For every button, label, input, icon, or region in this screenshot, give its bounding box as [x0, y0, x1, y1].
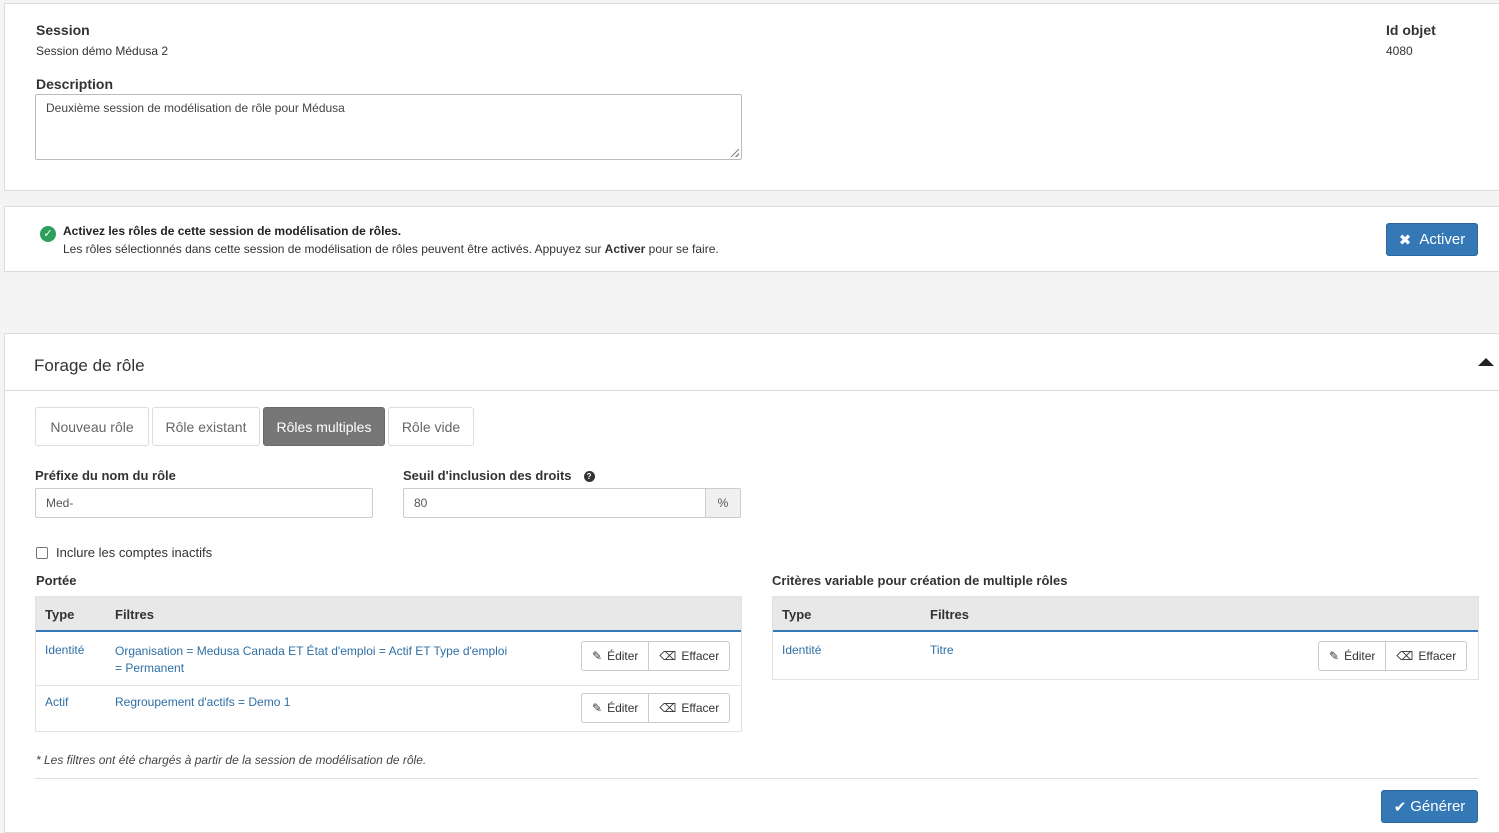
activation-panel: ✓ Activez les rôles de cette session de … — [4, 206, 1499, 272]
generate-button[interactable]: ✔ Générer — [1381, 790, 1478, 823]
threshold-label: Seuil d'inclusion des droits? — [403, 468, 595, 483]
scope-row-actions: ✎ Éditer ⌫ Effacer — [581, 641, 731, 671]
collapse-caret-icon[interactable] — [1478, 358, 1494, 366]
description-textarea[interactable]: Deuxième session de modélisation de rôle… — [35, 94, 742, 160]
criteria-row-filter[interactable]: Titre — [930, 643, 954, 657]
scope-table: Type Filtres Identité Organisation = Med… — [35, 596, 742, 732]
scope-row-filter-line1: Organisation = Medusa Canada ET État d'e… — [115, 644, 508, 658]
prefix-input[interactable]: Med- — [35, 488, 373, 518]
description-label: Description — [36, 76, 114, 92]
scope-row-filter-line2: = Permanent — [115, 661, 185, 675]
table-row: Actif Regroupement d'actifs = Demo 1 ✎ Éd… — [36, 686, 741, 732]
scope-header-type: Type — [45, 607, 75, 622]
clear-button-label: Effacer — [681, 701, 720, 715]
activation-message-end: pour se faire. — [645, 242, 719, 256]
criteria-title: Critères variable pour création de multi… — [772, 573, 1068, 588]
edit-button-label: Éditer — [607, 701, 639, 715]
threshold-input[interactable]: 80 — [403, 488, 706, 518]
include-inactive-label: Inclure les comptes inactifs — [56, 545, 213, 560]
edit-icon: ✎ — [1329, 649, 1340, 663]
check-icon: ✔ — [1393, 798, 1407, 816]
edit-button-label: Éditer — [1344, 649, 1376, 663]
eraser-icon: ⌫ — [659, 649, 677, 663]
role-mining-panel: Forage de rôle Nouveau rôle Rôle existan… — [4, 333, 1499, 833]
role-mining-title: Forage de rôle — [34, 356, 145, 375]
eraser-icon: ⌫ — [1396, 649, 1414, 663]
percent-addon: % — [705, 488, 741, 518]
scope-row-filter[interactable]: Organisation = Medusa Canada ET État d'e… — [115, 643, 535, 677]
filters-footnote: * Les filtres ont été chargés à partir d… — [36, 753, 427, 767]
description-text: Deuxième session de modélisation de rôle… — [46, 101, 345, 115]
session-panel: Session Session démo Médusa 2 Id objet 4… — [4, 3, 1499, 191]
activation-message-text: Les rôles sélectionnés dans cette sessio… — [63, 242, 605, 256]
criteria-header-type: Type — [782, 607, 812, 622]
clear-button[interactable]: ⌫ Effacer — [1386, 641, 1468, 671]
table-row: Identité Titre ✎ Éditer ⌫ Effacer — [773, 634, 1478, 680]
scope-row-actions: ✎ Éditer ⌫ Effacer — [581, 693, 731, 723]
prefix-value: Med- — [46, 496, 74, 510]
edit-icon: ✎ — [592, 701, 603, 715]
resize-grip-icon[interactable] — [731, 149, 739, 157]
divider — [35, 778, 1478, 779]
activation-title: Activez les rôles de cette session de mo… — [63, 224, 402, 238]
scope-row-type[interactable]: Identité — [45, 643, 84, 657]
criteria-table-header: Type Filtres — [773, 597, 1478, 632]
criteria-table: Type Filtres Identité Titre ✎ Éditer ⌫ Eff… — [772, 596, 1479, 680]
clear-button-label: Effacer — [681, 649, 720, 663]
threshold-value: 80 — [414, 496, 428, 510]
session-label: Session — [36, 22, 90, 38]
question-icon[interactable]: ? — [583, 471, 595, 483]
scope-table-header: Type Filtres — [36, 597, 741, 632]
generate-button-label: Générer — [1410, 798, 1466, 815]
times-icon: ✖ — [1398, 231, 1412, 249]
tab-new-role[interactable]: Nouveau rôle — [35, 407, 149, 446]
edit-button[interactable]: ✎ Éditer — [1318, 641, 1387, 671]
edit-button[interactable]: ✎ Éditer — [581, 641, 650, 671]
tab-empty-role[interactable]: Rôle vide — [388, 407, 474, 446]
edit-button-label: Éditer — [607, 649, 639, 663]
edit-button[interactable]: ✎ Éditer — [581, 693, 650, 723]
check-circle-icon: ✓ — [40, 226, 56, 242]
eraser-icon: ⌫ — [659, 701, 677, 715]
scope-header-filters: Filtres — [115, 607, 155, 622]
tab-existing-role[interactable]: Rôle existant — [152, 407, 260, 446]
activate-button-label: Activer — [1419, 231, 1466, 248]
criteria-row-actions: ✎ Éditer ⌫ Effacer — [1318, 641, 1468, 671]
clear-button[interactable]: ⌫ Effacer — [649, 693, 731, 723]
scope-title: Portée — [36, 573, 77, 588]
activation-message: Les rôles sélectionnés dans cette sessio… — [63, 242, 719, 256]
activation-message-bold: Activer — [604, 242, 646, 256]
activate-button[interactable]: ✖ Activer — [1386, 223, 1478, 256]
clear-button[interactable]: ⌫ Effacer — [649, 641, 731, 671]
object-id-label: Id objet — [1386, 22, 1436, 38]
table-row: Identité Organisation = Medusa Canada ET… — [36, 634, 741, 686]
threshold-label-text: Seuil d'inclusion des droits — [403, 468, 572, 483]
include-inactive-checkbox[interactable] — [36, 547, 48, 559]
criteria-header-filters: Filtres — [930, 607, 970, 622]
object-id-value: 4080 — [1386, 44, 1413, 58]
scope-row-filter[interactable]: Regroupement d'actifs = Demo 1 — [115, 695, 290, 709]
criteria-row-type[interactable]: Identité — [782, 643, 821, 657]
clear-button-label: Effacer — [1418, 649, 1457, 663]
edit-icon: ✎ — [592, 649, 603, 663]
session-value: Session démo Médusa 2 — [36, 44, 169, 58]
scope-row-type[interactable]: Actif — [45, 695, 68, 709]
role-mining-header[interactable]: Forage de rôle — [5, 334, 1499, 391]
prefix-label: Préfixe du nom du rôle — [35, 468, 176, 483]
tab-multiple-roles[interactable]: Rôles multiples — [263, 407, 385, 446]
